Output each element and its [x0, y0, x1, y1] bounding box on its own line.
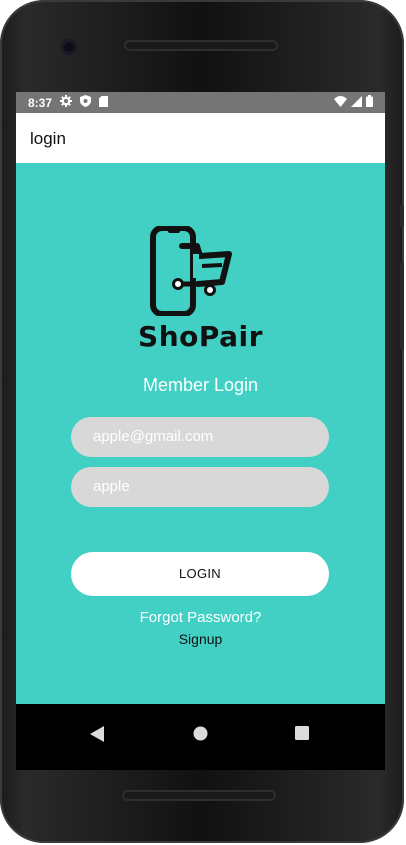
- signup-link[interactable]: Signup: [16, 631, 385, 647]
- login-content: ShoPair Member Login apple@gmail.com app…: [16, 163, 385, 704]
- battery-icon: [366, 95, 373, 110]
- back-icon[interactable]: [90, 726, 104, 747]
- page-title: login: [30, 129, 66, 148]
- power-button: [400, 262, 404, 350]
- phone-frame: 8:37 login ShoPair Member Login apple@gm…: [0, 0, 404, 843]
- top-speaker: [124, 40, 278, 51]
- home-icon[interactable]: [193, 726, 208, 746]
- system-nav-bar: [16, 704, 385, 770]
- signal-icon: [351, 95, 362, 110]
- bottom-speaker: [122, 790, 276, 801]
- phone-cart-icon: [138, 225, 264, 317]
- shield-icon: [80, 95, 92, 110]
- sd-card-icon: [99, 95, 109, 110]
- recents-icon[interactable]: [295, 726, 309, 745]
- login-button[interactable]: LOGIN: [71, 552, 329, 596]
- volume-button: [400, 205, 404, 227]
- screen: 8:37 login ShoPair Member Login apple@gm…: [16, 92, 385, 770]
- status-bar: 8:37: [16, 92, 385, 113]
- member-login-heading: Member Login: [142, 375, 259, 395]
- wifi-icon: [334, 95, 347, 110]
- logo-text: ShoPair: [138, 320, 263, 353]
- email-field[interactable]: apple@gmail.com: [71, 417, 329, 457]
- forgot-password-link[interactable]: Forgot Password?: [16, 609, 385, 626]
- front-camera: [61, 39, 77, 55]
- app-bar: login: [16, 113, 385, 163]
- password-field[interactable]: apple: [71, 467, 329, 507]
- status-time: 8:37: [28, 95, 53, 110]
- status-right-icons: [334, 95, 373, 110]
- gear-icon: [60, 95, 73, 110]
